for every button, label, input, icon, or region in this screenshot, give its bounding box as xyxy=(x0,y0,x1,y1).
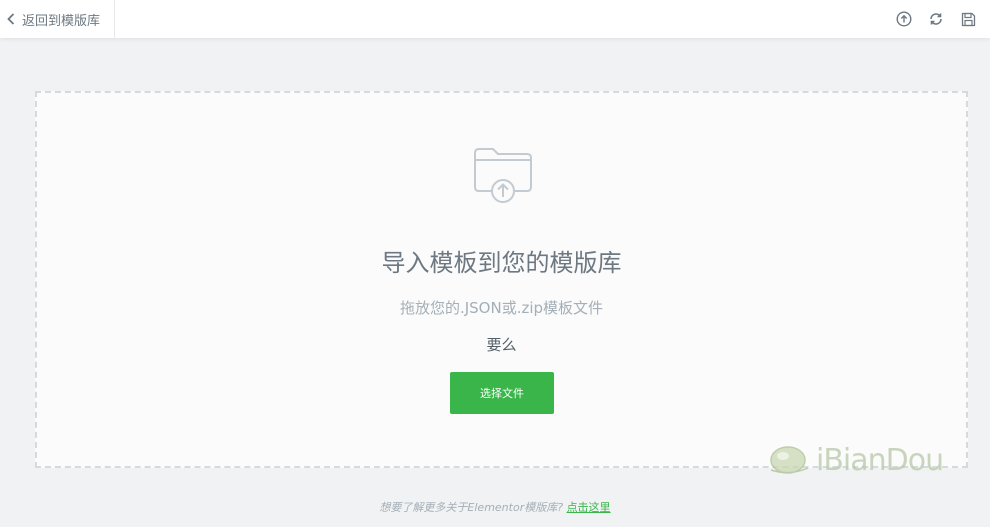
import-title: 导入模板到您的模版库 xyxy=(381,249,622,277)
upload-icon[interactable] xyxy=(894,9,914,29)
select-file-button[interactable]: 选择文件 xyxy=(450,372,554,414)
top-bar: 返回到模版库 xyxy=(0,0,990,38)
drop-instruction: 拖放您的.JSON或.zip模板文件 xyxy=(399,299,604,317)
or-separator: 要么 xyxy=(486,336,517,354)
folder-upload-icon xyxy=(473,143,533,205)
back-to-library-link[interactable]: 返回到模版库 xyxy=(0,0,116,38)
footer-question: 想要了解更多关于Elementor模版库? xyxy=(379,501,564,514)
bean-icon xyxy=(768,440,812,480)
back-label: 返回到模版库 xyxy=(22,13,101,29)
click-here-link[interactable]: 点击这里 xyxy=(567,501,611,514)
watermark-text: iBianDou xyxy=(816,442,944,478)
chevron-left-icon xyxy=(0,0,22,38)
import-dropzone[interactable]: 导入模板到您的模版库 拖放您的.JSON或.zip模板文件 要么 选择文件 xyxy=(35,91,968,468)
save-icon[interactable] xyxy=(958,9,978,29)
footer-help: 想要了解更多关于Elementor模版库? 点击这里 xyxy=(0,499,990,515)
sync-icon[interactable] xyxy=(926,9,946,29)
watermark-logo: iBianDou xyxy=(768,440,944,480)
header-tools xyxy=(894,9,990,29)
